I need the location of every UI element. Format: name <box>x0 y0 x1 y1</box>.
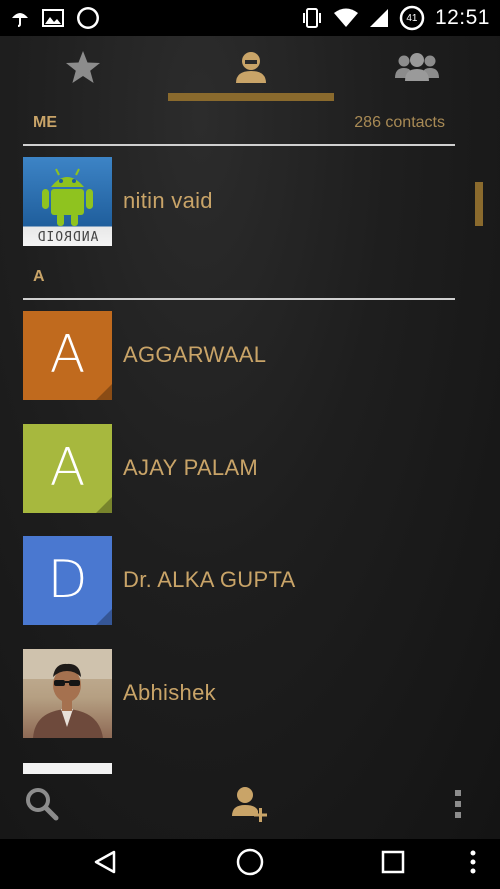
list-item[interactable] <box>23 762 455 774</box>
app-badge-icon <box>76 6 100 30</box>
contact-name: nitin vaid <box>123 188 213 213</box>
list-item[interactable]: D Dr. ALKA GUPTA <box>23 535 455 625</box>
avatar <box>23 762 112 774</box>
back-icon <box>92 849 118 880</box>
tab-favorites[interactable] <box>0 36 166 102</box>
list-item-me[interactable]: ANDROID nitin vaid <box>23 156 455 246</box>
list-item[interactable]: Abhishek <box>23 648 455 738</box>
avatar: A <box>23 423 112 513</box>
vibrate-icon <box>301 7 323 29</box>
section-header-me: ME 286 contacts <box>23 102 455 146</box>
status-bar: 41 12:51 <box>0 0 500 36</box>
tab-groups[interactable] <box>334 36 500 102</box>
person-photo <box>23 648 112 738</box>
add-contact-icon <box>230 784 270 829</box>
avatar-photo <box>23 648 112 738</box>
star-icon <box>65 50 101 89</box>
group-icon <box>394 52 440 87</box>
section-title: A <box>33 268 45 285</box>
avatar: D <box>23 535 112 625</box>
home-icon <box>236 848 264 881</box>
contact-name: Abhishek <box>123 680 216 705</box>
list-item[interactable]: A AJAY PALAM <box>23 423 455 513</box>
wifi-icon <box>333 7 359 29</box>
section-header-a: A <box>23 256 455 300</box>
search-button[interactable] <box>18 774 66 839</box>
contact-name: Dr. ALKA GUPTA <box>123 567 296 592</box>
avatar-caption: ANDROID <box>36 229 99 245</box>
section-title: ME <box>33 114 57 131</box>
nav-menu-button[interactable] <box>458 839 488 889</box>
overflow-menu-icon <box>453 788 463 825</box>
image-icon <box>42 8 64 28</box>
navigation-bar <box>0 839 500 889</box>
system-indicators: 41 12:51 <box>301 5 490 31</box>
back-button[interactable] <box>80 839 130 889</box>
avatar: ANDROID <box>23 156 112 246</box>
list-item[interactable]: A AGGARWAAL <box>23 310 455 400</box>
scrollbar-thumb[interactable] <box>475 182 483 226</box>
clock: 12:51 <box>434 6 490 29</box>
overflow-menu-icon <box>470 850 476 879</box>
signal-icon <box>369 7 389 29</box>
contact-name: AJAY PALAM <box>123 455 259 480</box>
more-options-button[interactable] <box>440 774 476 839</box>
home-button[interactable] <box>225 839 275 889</box>
contact-count: 286 contacts <box>354 114 445 131</box>
tab-bar <box>0 36 500 102</box>
search-icon <box>25 787 59 826</box>
battery-icon: 41 <box>399 5 425 31</box>
avatar: A <box>23 310 112 400</box>
contact-name: AGGARWAAL <box>123 342 267 367</box>
notification-icons <box>10 6 100 30</box>
recents-button[interactable] <box>368 839 418 889</box>
contact-list[interactable]: ME 286 contacts ANDROID nitin vaid A A A… <box>0 102 500 774</box>
contacts-app: ME 286 contacts ANDROID nitin vaid A A A… <box>0 36 500 839</box>
selected-tab-indicator <box>168 93 334 101</box>
umbrella-icon <box>10 8 30 28</box>
person-icon <box>234 50 268 89</box>
bottom-action-bar <box>0 774 500 839</box>
recents-icon <box>381 850 405 879</box>
add-contact-button[interactable] <box>225 774 275 839</box>
